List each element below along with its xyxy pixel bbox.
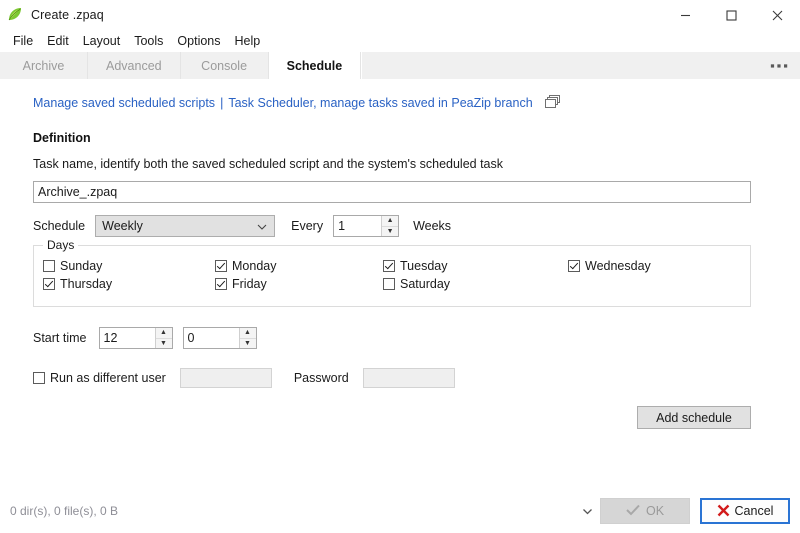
maximize-button[interactable] <box>708 0 754 30</box>
status-text: 0 dir(s), 0 file(s), 0 B <box>10 504 118 518</box>
weeks-label: Weeks <box>413 219 451 233</box>
minutes-stepper-buttons: ▲ ▼ <box>239 328 256 348</box>
minimize-button[interactable] <box>662 0 708 30</box>
menu-bar: File Edit Layout Tools Options Help <box>0 30 800 52</box>
password-input[interactable] <box>363 368 455 388</box>
task-name-description: Task name, identify both the saved sched… <box>33 157 503 171</box>
link-separator: | <box>220 96 223 110</box>
start-time-minutes-value: 0 <box>184 328 239 348</box>
day-checkbox-thursday[interactable]: Thursday <box>43 277 215 291</box>
menu-item-help[interactable]: Help <box>228 31 268 51</box>
chevron-down-icon <box>257 219 267 233</box>
stepper-up-icon[interactable]: ▲ <box>156 328 172 339</box>
copy-windows-icon[interactable] <box>544 95 560 110</box>
tab-console[interactable]: Console <box>181 52 269 79</box>
definition-heading: Definition <box>33 131 91 145</box>
stepper-down-icon[interactable]: ▼ <box>156 339 172 349</box>
checkbox-box <box>568 260 580 272</box>
run-as-label: Run as different user <box>50 371 166 385</box>
day-checkbox-friday[interactable]: Friday <box>215 277 383 291</box>
tab-archive[interactable]: Archive <box>0 52 88 79</box>
stepper-up-icon[interactable]: ▲ <box>240 328 256 339</box>
tab-bar: Archive Advanced Console Schedule ▪▪▪ <box>0 52 800 80</box>
day-checkbox-monday[interactable]: Monday <box>215 259 383 273</box>
day-label: Sunday <box>60 259 102 273</box>
stepper-up-icon[interactable]: ▲ <box>382 216 398 227</box>
ok-label: OK <box>646 504 664 518</box>
start-time-hours-value: 12 <box>100 328 155 348</box>
day-checkbox-saturday[interactable]: Saturday <box>383 277 568 291</box>
run-as-different-user-checkbox[interactable]: Run as different user <box>33 371 166 385</box>
tab-overflow-menu-icon[interactable]: ▪▪▪ <box>760 52 800 79</box>
menu-item-file[interactable]: File <box>6 31 40 51</box>
stepper-down-icon[interactable]: ▼ <box>382 227 398 237</box>
cancel-button[interactable]: Cancel <box>700 498 790 524</box>
window-title: Create .zpaq <box>31 8 104 22</box>
run-as-username-input[interactable] <box>180 368 272 388</box>
links-row: Manage saved scheduled scripts | Task Sc… <box>33 95 560 110</box>
day-label: Thursday <box>60 277 112 291</box>
checkbox-box <box>215 260 227 272</box>
checkbox-box <box>383 278 395 290</box>
day-label: Wednesday <box>585 259 651 273</box>
day-label: Saturday <box>400 277 450 291</box>
schedule-frequency-row: Schedule Weekly Every 1 ▲ ▼ Weeks <box>33 215 451 237</box>
schedule-frequency-select[interactable]: Weekly <box>95 215 275 237</box>
day-checkbox-sunday[interactable]: Sunday <box>43 259 215 273</box>
checkbox-box <box>43 278 55 290</box>
schedule-frequency-value: Weekly <box>102 219 143 233</box>
start-time-row: Start time 12 ▲ ▼ 0 ▲ ▼ <box>33 327 257 349</box>
run-as-row: Run as different user Password <box>33 368 455 388</box>
check-icon <box>626 504 640 518</box>
close-button[interactable] <box>754 0 800 30</box>
day-checkbox-wednesday[interactable]: Wednesday <box>568 259 744 273</box>
start-time-hours-stepper[interactable]: 12 ▲ ▼ <box>99 327 173 349</box>
password-label: Password <box>294 371 349 385</box>
schedule-panel: Manage saved scheduled scripts | Task Sc… <box>0 79 800 489</box>
days-grid: Sunday Monday Tuesday Wednesday Thursday… <box>43 259 744 291</box>
title-bar: Create .zpaq <box>0 0 800 30</box>
history-chevron-down-icon[interactable] <box>576 498 598 524</box>
days-group: Days Sunday Monday Tuesday Wednesday Thu… <box>33 245 751 307</box>
menu-item-edit[interactable]: Edit <box>40 31 76 51</box>
bottom-bar: 0 dir(s), 0 file(s), 0 B OK Cancel <box>0 489 800 533</box>
task-scheduler-link[interactable]: Task Scheduler, manage tasks saved in Pe… <box>228 96 532 110</box>
x-icon <box>717 504 730 519</box>
tab-schedule[interactable]: Schedule <box>269 52 362 80</box>
checkbox-box <box>383 260 395 272</box>
menu-item-layout[interactable]: Layout <box>76 31 128 51</box>
checkbox-box <box>215 278 227 290</box>
day-checkbox-tuesday[interactable]: Tuesday <box>383 259 568 273</box>
window-controls <box>662 0 800 30</box>
tab-advanced[interactable]: Advanced <box>88 52 181 79</box>
tab-filler <box>361 52 800 79</box>
every-weeks-stepper-buttons: ▲ ▼ <box>381 216 398 236</box>
every-label: Every <box>291 219 323 233</box>
every-weeks-stepper[interactable]: 1 ▲ ▼ <box>333 215 399 237</box>
day-label: Friday <box>232 277 267 291</box>
days-group-legend: Days <box>43 238 78 252</box>
start-time-label: Start time <box>33 331 87 345</box>
schedule-label: Schedule <box>33 219 85 233</box>
menu-item-options[interactable]: Options <box>170 31 227 51</box>
ok-button[interactable]: OK <box>600 498 690 524</box>
checkbox-box <box>43 260 55 272</box>
cancel-label: Cancel <box>735 504 774 518</box>
start-time-minutes-stepper[interactable]: 0 ▲ ▼ <box>183 327 257 349</box>
checkbox-box <box>33 372 45 384</box>
day-label: Monday <box>232 259 276 273</box>
add-schedule-button[interactable]: Add schedule <box>637 406 751 429</box>
hours-stepper-buttons: ▲ ▼ <box>155 328 172 348</box>
task-name-input[interactable] <box>33 181 751 203</box>
bottom-right-actions: OK Cancel <box>576 498 790 524</box>
manage-saved-scripts-link[interactable]: Manage saved scheduled scripts <box>33 96 215 110</box>
peazip-leaf-icon <box>7 7 23 23</box>
days-grid-spacer <box>568 277 744 291</box>
menu-item-tools[interactable]: Tools <box>127 31 170 51</box>
every-weeks-value: 1 <box>334 216 381 236</box>
stepper-down-icon[interactable]: ▼ <box>240 339 256 349</box>
day-label: Tuesday <box>400 259 447 273</box>
